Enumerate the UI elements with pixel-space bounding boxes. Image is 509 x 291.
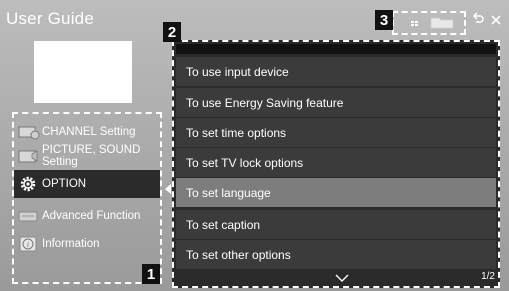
content-header-bar	[176, 44, 496, 54]
list-item[interactable]: To set other options	[176, 240, 496, 269]
menu-item-label: OPTION	[42, 178, 87, 190]
advanced-function-icon	[18, 207, 40, 225]
channel-icon	[18, 123, 40, 141]
user-guide-screen: User Guide CHANNEL Setting PICTURE, SOUN…	[0, 0, 509, 291]
menu-item-label: PICTURE, SOUND Setting	[42, 144, 141, 168]
callout-1: 1	[142, 264, 160, 284]
picture-sound-icon	[18, 147, 40, 165]
menu-item-advanced-function[interactable]: Advanced Function	[14, 201, 160, 231]
close-icon[interactable]	[490, 12, 502, 31]
list-item-selected[interactable]: To set language	[176, 178, 496, 207]
svg-text:i: i	[27, 240, 29, 249]
folder-icon[interactable]	[430, 15, 454, 34]
gear-icon	[18, 175, 40, 193]
menu-item-label: CHANNEL Setting	[42, 126, 136, 138]
preview-thumbnail	[34, 41, 132, 103]
menu-item-information[interactable]: i Information	[14, 229, 160, 259]
grid-view-icon[interactable]	[408, 17, 422, 35]
menu-item-option[interactable]: OPTION	[14, 170, 160, 198]
menu-item-picture-sound-setting[interactable]: PICTURE, SOUND Setting	[14, 141, 160, 171]
list-item[interactable]: To set TV lock options	[176, 148, 496, 177]
callout-2: 2	[163, 22, 181, 42]
scroll-down-chevron-icon[interactable]	[335, 270, 349, 282]
page-title: User Guide	[6, 9, 94, 28]
selection-arrow-icon	[165, 184, 171, 194]
list-item[interactable]: To use input device	[176, 57, 496, 86]
page-indicator: 1/2	[481, 271, 495, 282]
back-icon[interactable]	[471, 12, 485, 31]
toolbar-region	[392, 11, 466, 35]
callout-3: 3	[375, 10, 393, 30]
menu-item-label: Advanced Function	[42, 210, 141, 222]
info-icon: i	[18, 235, 40, 253]
list-item[interactable]: To set time options	[176, 118, 496, 147]
list-item[interactable]: To use Energy Saving feature	[176, 88, 496, 117]
list-item[interactable]: To set caption	[176, 210, 496, 239]
menu-item-label: Information	[42, 238, 100, 250]
